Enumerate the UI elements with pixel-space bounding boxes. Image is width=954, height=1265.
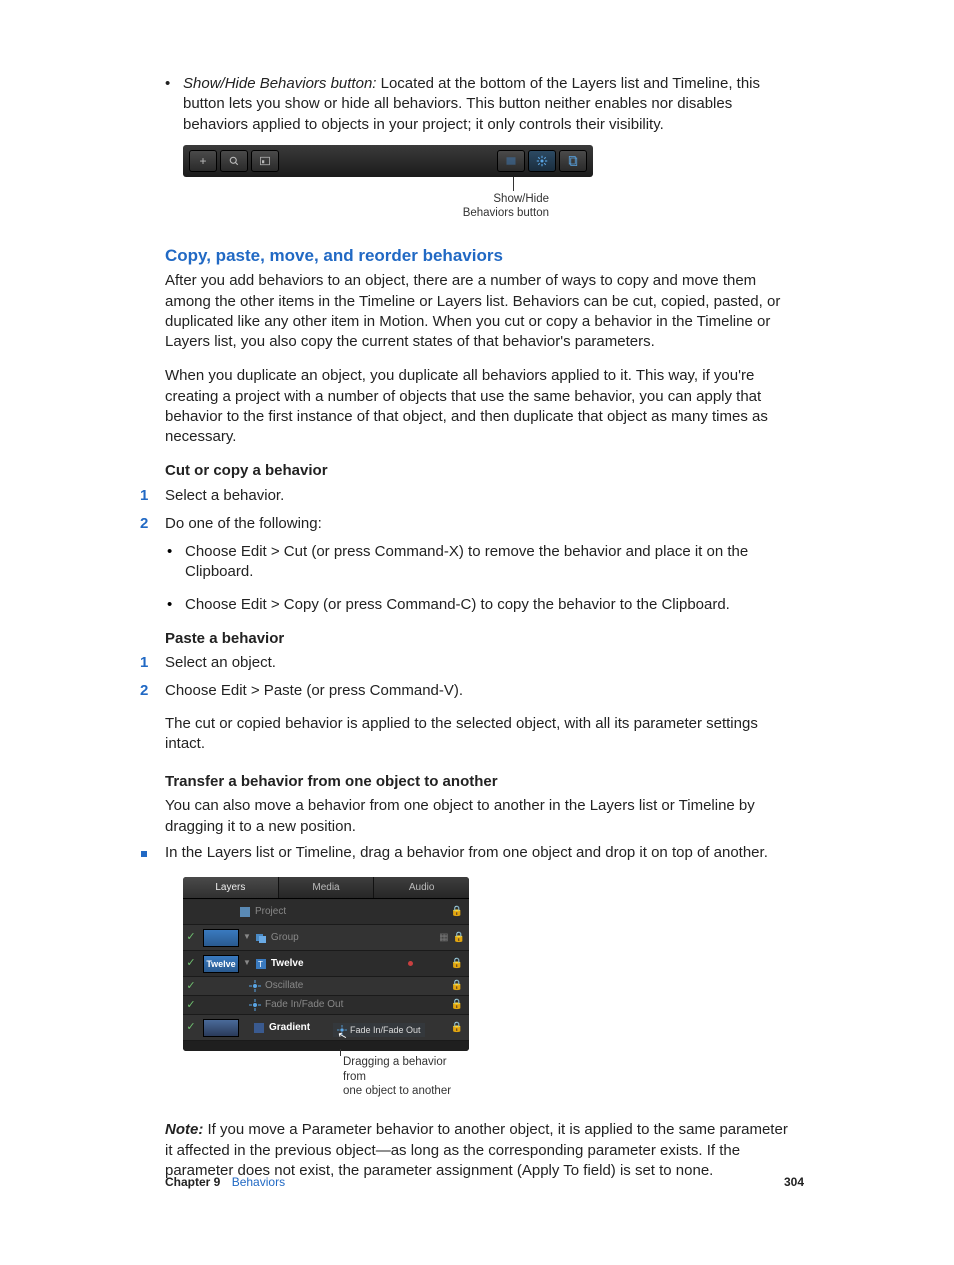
toolbar-figure: + [183, 145, 593, 221]
row-twelve[interactable]: ✓ Twelve ▼ T Twelve 🔒 [183, 951, 469, 977]
bullet-show-hide: • Show/Hide Behaviors button: Located at… [165, 74, 793, 135]
paste-after: The cut or copied behavior is applied to… [165, 714, 793, 755]
bullet-term: Show/Hide Behaviors button: [183, 75, 381, 92]
toolbar-frame-button[interactable] [251, 150, 279, 172]
lock-icon: 🔒 [451, 1021, 463, 1035]
para-1: After you add behaviors to an object, th… [165, 271, 793, 352]
callout-leader-line [513, 177, 514, 191]
toolbar-callout: Show/Hide Behaviors button [183, 192, 593, 221]
cut-step-2: Do one of the following: Choose Edit > C… [140, 514, 793, 615]
page-footer: Chapter 9 Behaviors 304 [165, 1174, 804, 1190]
paste-step-2: Choose Edit > Paste (or press Command-V)… [140, 681, 793, 754]
section-heading: Copy, paste, move, and reorder behaviors [165, 245, 793, 268]
toolbar-mask-button[interactable] [497, 150, 525, 172]
disclosure-arrow-icon[interactable]: ▼ [243, 932, 251, 943]
group-icon [255, 932, 267, 944]
footer-page: 304 [784, 1174, 804, 1190]
layers-panel-figure: Layers Media Audio Project 🔒 ✓ ▼ Gro [183, 877, 469, 1098]
check-icon: ✓ [183, 979, 199, 994]
tab-media[interactable]: Media [279, 877, 375, 898]
row-gradient[interactable]: ✓ Gradient 🔒 [183, 1015, 469, 1041]
row-group[interactable]: ✓ ▼ Group ▦🔒 [183, 925, 469, 951]
cut-sub-2: Choose Edit > Copy (or press Command-C) … [165, 595, 793, 615]
row-oscillate[interactable]: ✓ Oscillate 🔒 [183, 977, 469, 996]
thumb-twelve: Twelve [203, 955, 239, 973]
cut-sub-1: Choose Edit > Cut (or press Command-X) t… [165, 542, 793, 583]
lock-icon: 🔒 [451, 998, 463, 1012]
paste-step-1: Select an object. [140, 653, 793, 673]
text-layer-icon: T [255, 958, 267, 970]
toolbar-filters-button[interactable] [559, 150, 587, 172]
row-right-icons: ▦🔒 [439, 931, 465, 945]
toolbar-search-button[interactable] [220, 150, 248, 172]
bullet-dot: • [165, 74, 183, 135]
row-project[interactable]: Project 🔒 [183, 899, 469, 925]
generator-icon [253, 1022, 265, 1034]
check-icon: ✓ [183, 1020, 199, 1035]
subheading-paste: Paste a behavior [165, 629, 793, 649]
layers-panel: Layers Media Audio Project 🔒 ✓ ▼ Gro [183, 877, 469, 1051]
check-icon: ✓ [183, 998, 199, 1013]
lock-icon: 🔒 [451, 957, 463, 971]
transfer-step: In the Layers list or Timeline, drag a b… [141, 843, 793, 863]
layers-callout: Dragging a behavior from one object to a… [343, 1055, 469, 1098]
cut-steps: Select a behavior. Do one of the followi… [140, 486, 793, 615]
thumb-gradient [203, 1019, 239, 1037]
note-label: Note: [165, 1121, 208, 1138]
lock-icon: 🔒 [451, 979, 463, 993]
tab-audio[interactable]: Audio [374, 877, 469, 898]
cut-step-1: Select a behavior. [140, 486, 793, 506]
square-bullet-icon [141, 843, 165, 863]
toolbar-add-button[interactable]: + [189, 150, 217, 172]
toolbar-behaviors-button[interactable] [528, 150, 556, 172]
lock-icon: 🔒 [451, 905, 463, 919]
layers-tabs: Layers Media Audio [183, 877, 469, 899]
thumb-group [203, 929, 239, 947]
check-icon: ✓ [183, 956, 199, 971]
subheading-transfer: Transfer a behavior from one object to a… [165, 772, 793, 792]
tab-layers[interactable]: Layers [183, 877, 279, 898]
para-2: When you duplicate an object, you duplic… [165, 366, 793, 447]
footer-link[interactable]: Behaviors [232, 1175, 285, 1189]
project-icon [239, 906, 251, 918]
transfer-intro: You can also move a behavior from one ob… [165, 796, 793, 837]
subheading-cut: Cut or copy a behavior [165, 461, 793, 481]
disclosure-arrow-icon[interactable]: ▼ [243, 958, 251, 969]
behavior-gear-icon [249, 999, 261, 1011]
note-text: If you move a Parameter behavior to anot… [165, 1121, 788, 1179]
svg-text:T: T [258, 960, 263, 969]
note-paragraph: Note: If you move a Parameter behavior t… [165, 1120, 793, 1181]
record-dot-icon [408, 961, 413, 966]
behavior-gear-icon [249, 980, 261, 992]
row-fade[interactable]: ✓ Fade In/Fade Out 🔒 [183, 996, 469, 1015]
toolbar-bar: + [183, 145, 593, 177]
check-icon: ✓ [183, 930, 199, 945]
footer-chapter: Chapter 9 [165, 1175, 220, 1189]
paste-steps: Select an object. Choose Edit > Paste (o… [140, 653, 793, 754]
